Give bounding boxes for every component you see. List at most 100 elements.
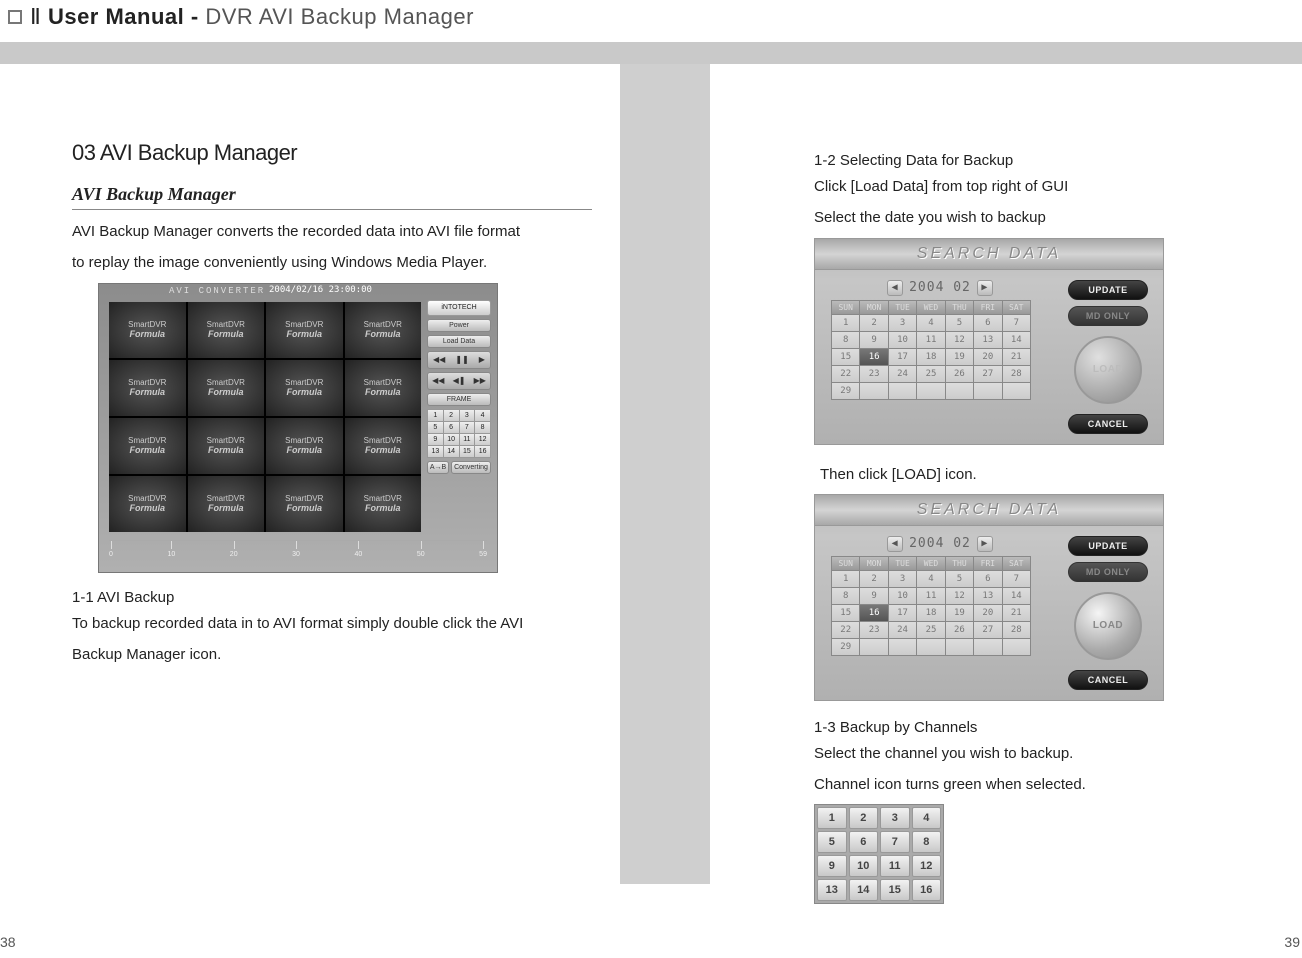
calendar-day[interactable]: 5 [946, 571, 973, 587]
avi-channel-num[interactable]: 2 [444, 410, 459, 421]
channel-button[interactable]: 7 [880, 831, 910, 853]
rewind-icon[interactable]: ◀◀ [433, 355, 445, 364]
calendar-day[interactable]: 26 [946, 366, 973, 382]
avi-video-cell[interactable]: SmartDVRFormula [266, 360, 343, 416]
channel-button[interactable]: 10 [849, 855, 879, 877]
calendar-day[interactable]: 19 [946, 605, 973, 621]
channel-button[interactable]: 13 [817, 879, 847, 901]
avi-channel-num[interactable]: 14 [444, 446, 459, 457]
calendar-day[interactable]: 22 [832, 622, 859, 638]
avi-video-cell[interactable]: SmartDVRFormula [188, 418, 265, 474]
calendar-day[interactable]: 17 [889, 349, 916, 365]
calendar-day[interactable]: 25 [917, 366, 944, 382]
calendar-day[interactable]: 9 [860, 332, 887, 348]
avi-video-cell[interactable]: SmartDVRFormula [345, 476, 422, 532]
next-icon[interactable]: ▶▶ [474, 376, 486, 385]
step-controls[interactable]: ◀◀ ◀❚ ▶▶ [427, 372, 491, 390]
frame-button[interactable]: FRAME [427, 393, 491, 406]
calendar-day[interactable]: 19 [946, 349, 973, 365]
channel-button[interactable]: 6 [849, 831, 879, 853]
update-button[interactable]: UPDATE [1068, 280, 1148, 300]
avi-channel-num[interactable]: 3 [460, 410, 475, 421]
next-month-button[interactable]: ▶ [977, 280, 993, 296]
prev-icon[interactable]: ◀◀ [432, 376, 444, 385]
avi-channel-num[interactable]: 6 [444, 422, 459, 433]
channel-select-grid[interactable]: 12345678910111213141516 [814, 804, 944, 904]
avi-video-cell[interactable]: SmartDVRFormula [109, 418, 186, 474]
prev-month-button[interactable]: ◀ [887, 280, 903, 296]
channel-button[interactable]: 14 [849, 879, 879, 901]
next-month-button-b[interactable]: ▶ [977, 536, 993, 552]
avi-video-cell[interactable]: SmartDVRFormula [266, 418, 343, 474]
calendar-day[interactable]: 12 [946, 332, 973, 348]
prev-month-button-b[interactable]: ◀ [887, 536, 903, 552]
calendar-day[interactable]: 22 [832, 366, 859, 382]
calendar-day[interactable]: 21 [1003, 605, 1030, 621]
calendar-day[interactable]: 18 [917, 349, 944, 365]
calendar-day[interactable]: 13 [974, 332, 1001, 348]
avi-video-cell[interactable]: SmartDVRFormula [188, 476, 265, 532]
calendar-day[interactable]: 7 [1003, 571, 1030, 587]
avi-video-cell[interactable]: SmartDVRFormula [109, 476, 186, 532]
calendar-day[interactable]: 8 [832, 588, 859, 604]
avi-video-cell[interactable]: SmartDVRFormula [109, 360, 186, 416]
calendar-day[interactable]: 14 [1003, 332, 1030, 348]
calendar-day[interactable]: 21 [1003, 349, 1030, 365]
channel-button[interactable]: 8 [912, 831, 942, 853]
calendar-day[interactable]: 6 [974, 315, 1001, 331]
calendar-day[interactable]: 15 [832, 605, 859, 621]
calendar-day[interactable]: 3 [889, 315, 916, 331]
channel-button[interactable]: 1 [817, 807, 847, 829]
channel-button[interactable]: 2 [849, 807, 879, 829]
channel-button[interactable]: 15 [880, 879, 910, 901]
pause-icon[interactable]: ❚❚ [455, 355, 468, 364]
avi-video-cell[interactable]: SmartDVRFormula [266, 476, 343, 532]
calendar-day[interactable]: 14 [1003, 588, 1030, 604]
channel-button[interactable]: 4 [912, 807, 942, 829]
calendar-day[interactable]: 6 [974, 571, 1001, 587]
load-data-button[interactable]: Load Data [427, 335, 491, 348]
channel-button[interactable]: 3 [880, 807, 910, 829]
avi-channel-num[interactable]: 15 [460, 446, 475, 457]
calendar-day[interactable]: 16 [860, 605, 887, 621]
calendar-day[interactable]: 24 [889, 366, 916, 382]
avi-channel-num[interactable]: 7 [460, 422, 475, 433]
load-button-dim[interactable]: LOAD [1074, 336, 1142, 404]
calendar-day[interactable]: 27 [974, 366, 1001, 382]
calendar-day[interactable]: 20 [974, 605, 1001, 621]
channel-button[interactable]: 11 [880, 855, 910, 877]
avi-channel-num[interactable]: 9 [428, 434, 443, 445]
calendar-day[interactable]: 10 [889, 332, 916, 348]
avi-channel-num[interactable]: 5 [428, 422, 443, 433]
calendar-day[interactable]: 11 [917, 332, 944, 348]
avi-video-cell[interactable]: SmartDVRFormula [188, 360, 265, 416]
calendar-day[interactable]: 4 [917, 571, 944, 587]
calendar-day[interactable]: 16 [860, 349, 887, 365]
avi-channel-num[interactable]: 11 [460, 434, 475, 445]
calendar-day[interactable]: 13 [974, 588, 1001, 604]
avi-channel-num[interactable]: 8 [475, 422, 490, 433]
calendar-day[interactable]: 15 [832, 349, 859, 365]
calendar-day[interactable]: 26 [946, 622, 973, 638]
calendar-day[interactable]: 5 [946, 315, 973, 331]
cancel-button-b[interactable]: CANCEL [1068, 670, 1148, 690]
load-button[interactable]: LOAD [1074, 592, 1142, 660]
avi-video-cell[interactable]: SmartDVRFormula [345, 418, 422, 474]
calendar-day[interactable]: 8 [832, 332, 859, 348]
calendar-day[interactable]: 1 [832, 571, 859, 587]
avi-video-cell[interactable]: SmartDVRFormula [109, 302, 186, 358]
calendar-day[interactable]: 29 [832, 639, 859, 655]
calendar-day[interactable]: 17 [889, 605, 916, 621]
avi-channel-grid[interactable]: 12345678910111213141516 [427, 409, 491, 458]
calendar-day[interactable]: 12 [946, 588, 973, 604]
calendar-day[interactable]: 18 [917, 605, 944, 621]
avi-channel-num[interactable]: 13 [428, 446, 443, 457]
calendar-day[interactable]: 1 [832, 315, 859, 331]
calendar-day[interactable]: 7 [1003, 315, 1030, 331]
playback-controls[interactable]: ◀◀ ❚❚ ▶ [427, 351, 491, 369]
calendar-day[interactable]: 2 [860, 571, 887, 587]
avi-channel-num[interactable]: 16 [475, 446, 490, 457]
ab-button[interactable]: A→B [427, 461, 449, 474]
power-button[interactable]: Power [427, 319, 491, 332]
play-icon[interactable]: ▶ [479, 355, 485, 364]
